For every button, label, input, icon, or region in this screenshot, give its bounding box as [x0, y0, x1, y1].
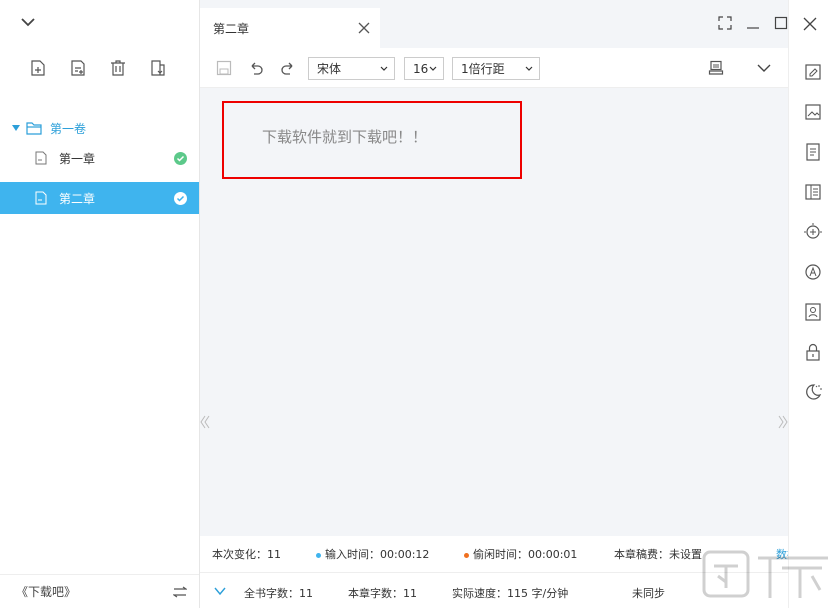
new-volume-button[interactable]: [28, 58, 48, 78]
sidebar-toolbar: [28, 58, 168, 78]
lock-icon[interactable]: [803, 342, 823, 362]
volume-label: 第一卷: [50, 121, 87, 136]
save-icon[interactable]: [216, 60, 232, 76]
document-icon[interactable]: [803, 142, 823, 162]
tree-chapter-2[interactable]: 第二章: [0, 182, 199, 214]
tab-chapter-2[interactable]: 第二章: [200, 8, 380, 48]
font-size-select[interactable]: 16: [404, 57, 444, 80]
line-spacing-select[interactable]: 1倍行距: [452, 57, 540, 80]
close-icon[interactable]: [358, 22, 370, 34]
chapter-label: 第二章: [59, 191, 96, 206]
minimize-icon[interactable]: [746, 16, 760, 30]
document-icon: [35, 191, 47, 205]
trash-icon: [111, 60, 125, 76]
idle-dot: [464, 552, 469, 558]
speed-value: 115 字/分钟: [507, 587, 569, 600]
maximize-icon[interactable]: [774, 16, 788, 30]
idle-value: 00:00:01: [528, 548, 578, 561]
total-label: 全书字数：: [244, 587, 299, 600]
redo-icon[interactable]: [280, 60, 296, 76]
idle-time-stat: 偷闲时间：00:00:01: [464, 546, 577, 562]
collapse-right-icon[interactable]: [778, 414, 788, 430]
editor-content[interactable]: 下载软件就到下载吧！！: [262, 126, 427, 147]
new-volume-icon: [31, 60, 45, 76]
chevron-down-icon: [429, 66, 437, 71]
tree-volume[interactable]: 第一卷: [0, 116, 199, 140]
contact-icon[interactable]: [803, 302, 823, 322]
change-stat: 本次变化：11: [212, 546, 281, 562]
chapter-words-label: 本章字数：: [348, 587, 403, 600]
input-value: 00:00:12: [380, 548, 430, 561]
sync-status: 未同步: [632, 587, 665, 600]
input-time-stat: 输入时间：00:00:12: [316, 546, 429, 562]
sort-button[interactable]: [148, 58, 168, 78]
document-icon: [35, 151, 47, 165]
editor-toolbar: 宋体 16 1倍行距: [200, 48, 788, 88]
book-footer: 《下载吧》: [0, 574, 199, 608]
idea-icon[interactable]: [803, 222, 823, 242]
note-icon[interactable]: [803, 62, 823, 82]
expand-arrow-icon[interactable]: [12, 124, 20, 132]
swap-icon[interactable]: [173, 586, 187, 598]
chapter-words-stat: 本章字数：11: [348, 585, 417, 601]
check-circle-icon: [174, 151, 187, 165]
editor-area[interactable]: 下载软件就到下载吧！！: [200, 88, 788, 536]
font-select[interactable]: 宋体: [308, 57, 395, 80]
change-value: 11: [267, 548, 281, 561]
chevron-down-icon: [380, 66, 388, 71]
sort-icon: [151, 60, 165, 76]
total-value: 11: [299, 587, 313, 600]
new-chapter-icon: [71, 60, 85, 76]
fee-value: 未设置: [669, 548, 702, 561]
idle-label: 偷闲时间：: [473, 548, 528, 561]
check-circle-icon: [174, 191, 187, 205]
speed-label: 实际速度：: [452, 587, 507, 600]
image-icon[interactable]: [803, 102, 823, 122]
character-icon[interactable]: [803, 262, 823, 282]
close-icon[interactable]: [803, 17, 817, 31]
chapter-words-value: 11: [403, 587, 417, 600]
night-mode-icon[interactable]: [803, 382, 823, 402]
line-spacing-value: 1倍行距: [461, 62, 505, 76]
outline-icon[interactable]: [803, 182, 823, 202]
fullscreen-icon[interactable]: [718, 16, 732, 30]
left-panel: 第一卷 第一章 第二章 《下载吧》: [0, 0, 200, 608]
new-chapter-button[interactable]: [68, 58, 88, 78]
collapse-left-icon[interactable]: [200, 414, 210, 430]
input-label: 输入时间：: [325, 548, 380, 561]
font-value: 宋体: [317, 62, 342, 76]
print-icon[interactable]: [708, 60, 724, 76]
fee-stat: 本章稿费：未设置: [614, 546, 702, 562]
tab-bar: 第二章: [200, 0, 788, 48]
input-dot: [316, 552, 321, 558]
delete-button[interactable]: [108, 58, 128, 78]
total-words-stat: 全书字数：11: [244, 585, 313, 601]
window-controls: [718, 16, 788, 30]
speed-stat: 实际速度：115 字/分钟: [452, 585, 568, 601]
fee-label: 本章稿费：: [614, 548, 669, 561]
chevron-down-icon[interactable]: [214, 586, 226, 596]
watermark-logo: [702, 550, 828, 598]
folder-icon: [26, 122, 42, 135]
chapter-label: 第一章: [59, 151, 96, 166]
right-rail: [788, 0, 836, 608]
book-name: 《下载吧》: [16, 585, 77, 599]
font-size-value: 16: [413, 61, 429, 76]
change-label: 本次变化：: [212, 548, 267, 561]
chevron-down-icon: [525, 66, 533, 71]
chevron-down-icon[interactable]: [756, 60, 772, 76]
chevron-down-icon[interactable]: [20, 14, 36, 30]
tree-chapter-1[interactable]: 第一章: [0, 142, 199, 174]
tab-title: 第二章: [213, 21, 250, 36]
undo-icon[interactable]: [248, 60, 264, 76]
